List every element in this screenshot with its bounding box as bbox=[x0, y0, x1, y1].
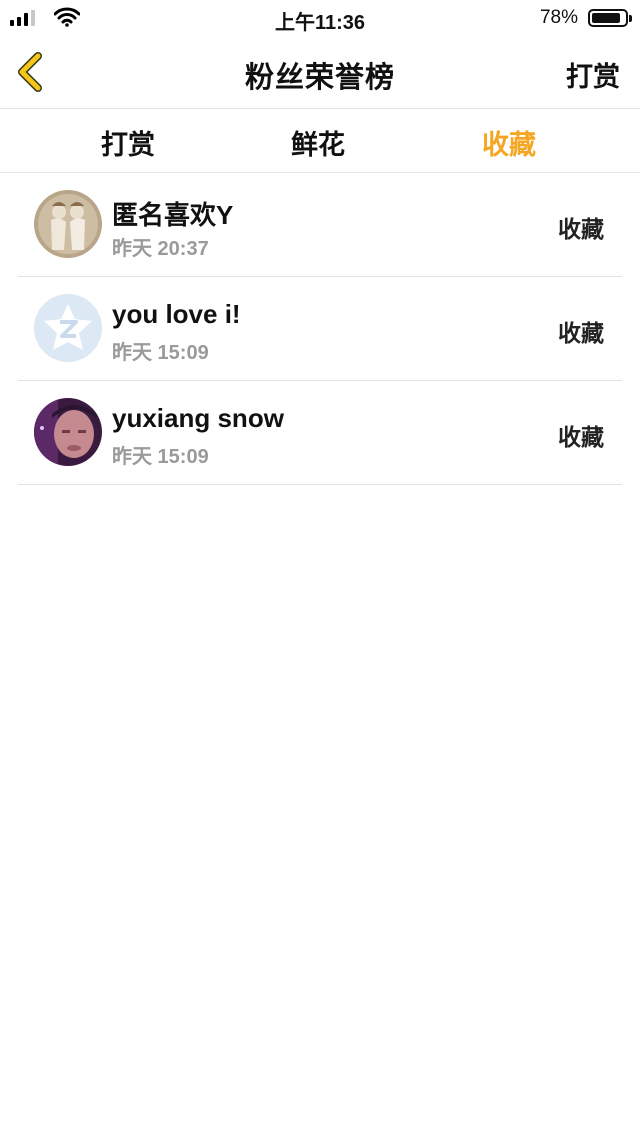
status-bar: 上午11:36 78% bbox=[0, 0, 640, 36]
page-title: 粉丝荣誉榜 bbox=[244, 62, 395, 94]
user-name: 匿名喜欢Y bbox=[112, 200, 234, 230]
list-item[interactable]: yuxiang snow 昨天 15:09 收藏 bbox=[18, 381, 622, 485]
fan-list: 匿名喜欢Y 昨天 20:37 收藏 you love i! 昨天 15:09 收… bbox=[0, 173, 640, 485]
action-label: 收藏 bbox=[558, 216, 604, 242]
avatar[interactable] bbox=[34, 190, 102, 258]
timestamp: 昨天 15:09 bbox=[112, 342, 209, 364]
timestamp: 昨天 15:09 bbox=[112, 446, 209, 468]
list-item[interactable]: 匿名喜欢Y 昨天 20:37 收藏 bbox=[18, 173, 622, 277]
action-label: 收藏 bbox=[558, 424, 604, 450]
user-name: yuxiang snow bbox=[112, 403, 284, 433]
tab-tip[interactable]: 打赏 bbox=[101, 123, 155, 162]
tab-favorites[interactable]: 收藏 bbox=[482, 123, 536, 162]
user-name: you love i! bbox=[112, 299, 241, 329]
avatar-dolls-icon bbox=[34, 190, 102, 258]
tab-bar: 打赏 鲜花 收藏 bbox=[0, 109, 640, 173]
tip-button[interactable]: 打赏 bbox=[566, 55, 620, 94]
avatar[interactable] bbox=[34, 398, 102, 466]
battery-percentage: 78% bbox=[539, 7, 578, 28]
tab-flowers[interactable]: 鲜花 bbox=[291, 123, 345, 162]
avatar-photo-icon bbox=[34, 398, 102, 466]
navigation-bar: 粉丝荣誉榜 打赏 bbox=[0, 36, 640, 109]
avatar-default-qq-icon bbox=[34, 294, 102, 362]
battery-icon bbox=[588, 9, 632, 27]
action-label: 收藏 bbox=[558, 320, 604, 346]
timestamp: 昨天 20:37 bbox=[112, 238, 209, 260]
avatar[interactable] bbox=[34, 294, 102, 362]
list-item[interactable]: you love i! 昨天 15:09 收藏 bbox=[18, 277, 622, 381]
